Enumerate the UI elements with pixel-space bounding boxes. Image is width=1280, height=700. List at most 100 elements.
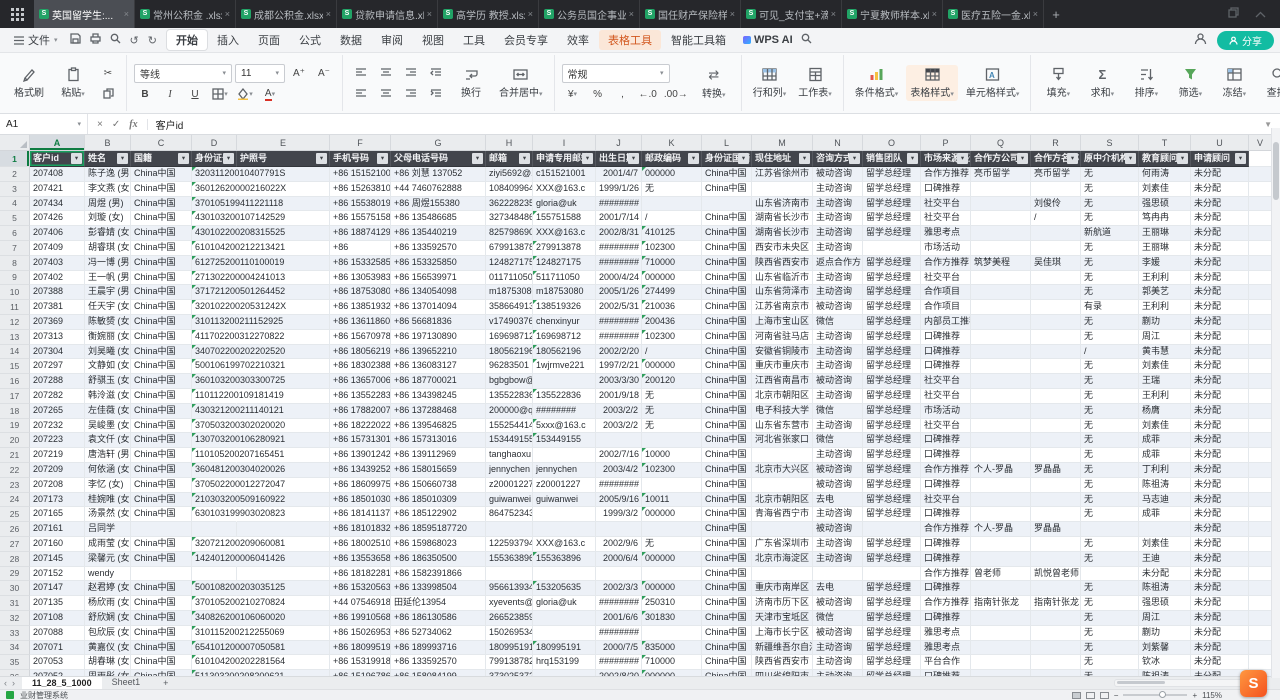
sheet-nav-next-icon[interactable]: ›	[12, 678, 15, 688]
cell[interactable]: 370503200302020020	[192, 419, 237, 434]
cell[interactable]: 胡睿琪 (女	[85, 241, 131, 256]
cell[interactable]: +86 19910568	[330, 611, 391, 626]
cell[interactable]: 612725200110100019	[192, 256, 237, 271]
cell[interactable]	[533, 670, 596, 676]
cell[interactable]: 207406	[30, 226, 85, 241]
column-header[interactable]: C	[131, 135, 192, 151]
filter-dropdown-icon[interactable]: ▾	[738, 153, 749, 164]
cell[interactable]: 梁馨元 (女	[85, 552, 131, 567]
cell[interactable]: 无	[1081, 641, 1139, 656]
cell[interactable]	[533, 374, 596, 389]
cell[interactable]: China中国	[702, 389, 752, 404]
cell[interactable]: China中国	[131, 211, 192, 226]
cell[interactable]: China中国	[131, 182, 192, 197]
cell[interactable]: China中国	[131, 641, 192, 656]
cell[interactable]: +86 15152100	[330, 167, 391, 182]
cell[interactable]: China中国	[702, 226, 752, 241]
cell[interactable]: 上海市长宁区	[752, 626, 813, 641]
cell[interactable]: +86 18501030	[330, 493, 391, 508]
cell[interactable]	[642, 522, 702, 537]
filter-dropdown-icon[interactable]: ▾	[907, 153, 918, 164]
cell[interactable]: 207388	[30, 285, 85, 300]
cell[interactable]: 口碑推荐	[921, 359, 971, 374]
cell[interactable]: 刘素佳	[1139, 419, 1191, 434]
cell[interactable]: 合作方推荐	[921, 567, 971, 582]
cell[interactable]: 留学总经理	[863, 197, 921, 212]
filter-dropdown-icon[interactable]: ▾	[628, 153, 639, 164]
align-right-icon[interactable]	[400, 85, 422, 102]
cell[interactable]	[752, 522, 813, 537]
cell[interactable]: 合作方推荐	[921, 596, 971, 611]
cell[interactable]	[863, 567, 921, 582]
font-color-button[interactable]: A▾	[259, 86, 281, 103]
cell[interactable]: c151521001	[533, 167, 596, 182]
cell[interactable]	[533, 626, 596, 641]
cell[interactable]: 373025372	[486, 670, 533, 676]
cell[interactable]: 周江	[1139, 330, 1191, 345]
cell[interactable]: 无	[1081, 330, 1139, 345]
cell[interactable]: +86 13053983	[330, 271, 391, 286]
cell[interactable]: China中国	[702, 478, 752, 493]
cell[interactable]	[971, 493, 1031, 508]
cell[interactable]: 未分配	[1191, 271, 1249, 286]
cell[interactable]: 207409	[30, 241, 85, 256]
cell[interactable]: 2665238596	[486, 611, 533, 626]
rows-cols-button[interactable]: 行和列▾	[749, 65, 791, 101]
cell[interactable]: 32031120010407791S	[192, 167, 237, 182]
cell[interactable]: 2002/8/20	[596, 670, 642, 676]
row-number[interactable]: 23	[0, 478, 30, 493]
preview-icon[interactable]	[110, 33, 121, 47]
cell[interactable]: China中国	[702, 419, 752, 434]
cell[interactable]: 2002/8/31	[596, 226, 642, 241]
filter-dropdown-icon[interactable]: ▾	[1067, 153, 1078, 164]
cell[interactable]: 200436	[642, 315, 702, 330]
cell[interactable]: 微信	[813, 315, 863, 330]
cell-style-button[interactable]: A 单元格样式▾	[962, 65, 1024, 101]
cell[interactable]: ########	[596, 330, 642, 345]
cell[interactable]: China中国	[131, 271, 192, 286]
cell[interactable]: 留学总经理	[863, 345, 921, 360]
cell[interactable]: 留学总经理	[863, 359, 921, 374]
document-tab[interactable]: S国任财产保险样本...×	[640, 0, 741, 28]
cell[interactable]: China中国	[702, 611, 752, 626]
menu-item[interactable]: 页面	[249, 30, 289, 50]
cell[interactable]: 未分配	[1191, 493, 1249, 508]
cell[interactable]: 207108	[30, 611, 85, 626]
cell[interactable]: 钦冰	[1139, 655, 1191, 670]
column-header[interactable]: M	[752, 135, 813, 151]
zoom-out-icon[interactable]: −	[1114, 691, 1119, 700]
row-number[interactable]: 13	[0, 330, 30, 345]
cell[interactable]: 主动咨询	[813, 670, 863, 676]
cell[interactable]: m18753080	[486, 285, 533, 300]
cell[interactable]: China中国	[131, 655, 192, 670]
cell[interactable]: 重庆市重庆市	[752, 359, 813, 374]
cell[interactable]: 2002/5/31	[596, 300, 642, 315]
cell[interactable]	[1249, 478, 1272, 493]
cell[interactable]	[1249, 256, 1272, 271]
cell[interactable]: 主动咨询	[813, 226, 863, 241]
cell[interactable]	[971, 478, 1031, 493]
cell[interactable]: +86 52734062	[391, 626, 486, 641]
cell[interactable]: 10000	[642, 448, 702, 463]
cell[interactable]: 无	[1081, 507, 1139, 522]
cell[interactable]: /	[1031, 211, 1081, 226]
align-left-icon[interactable]	[350, 85, 372, 102]
cell[interactable]: 2005/9/16	[596, 493, 642, 508]
cell[interactable]: China中国	[702, 345, 752, 360]
table-header-cell[interactable]: 手机号码▾	[330, 151, 391, 167]
cell[interactable]	[1249, 448, 1272, 463]
cell[interactable]: jennychen	[486, 463, 533, 478]
cell[interactable]	[1249, 389, 1272, 404]
cell[interactable]: 2001/7/14	[596, 211, 642, 226]
window-restore-icon[interactable]	[1228, 5, 1239, 23]
table-header-cell[interactable]: 护照号▾	[237, 151, 330, 167]
cell[interactable]: 王瑞	[1139, 374, 1191, 389]
document-tab[interactable]: S常州公积金 .xlsx×	[135, 0, 236, 28]
cell[interactable]	[971, 552, 1031, 567]
cell[interactable]: 无	[1081, 670, 1139, 676]
cell[interactable]: +86 189993716	[391, 641, 486, 656]
user-avatar-icon[interactable]	[1194, 32, 1207, 48]
cell[interactable]: 陈子逸 (男	[85, 167, 131, 182]
cell[interactable]: gloria@uk	[533, 197, 596, 212]
column-header[interactable]: U	[1191, 135, 1249, 151]
